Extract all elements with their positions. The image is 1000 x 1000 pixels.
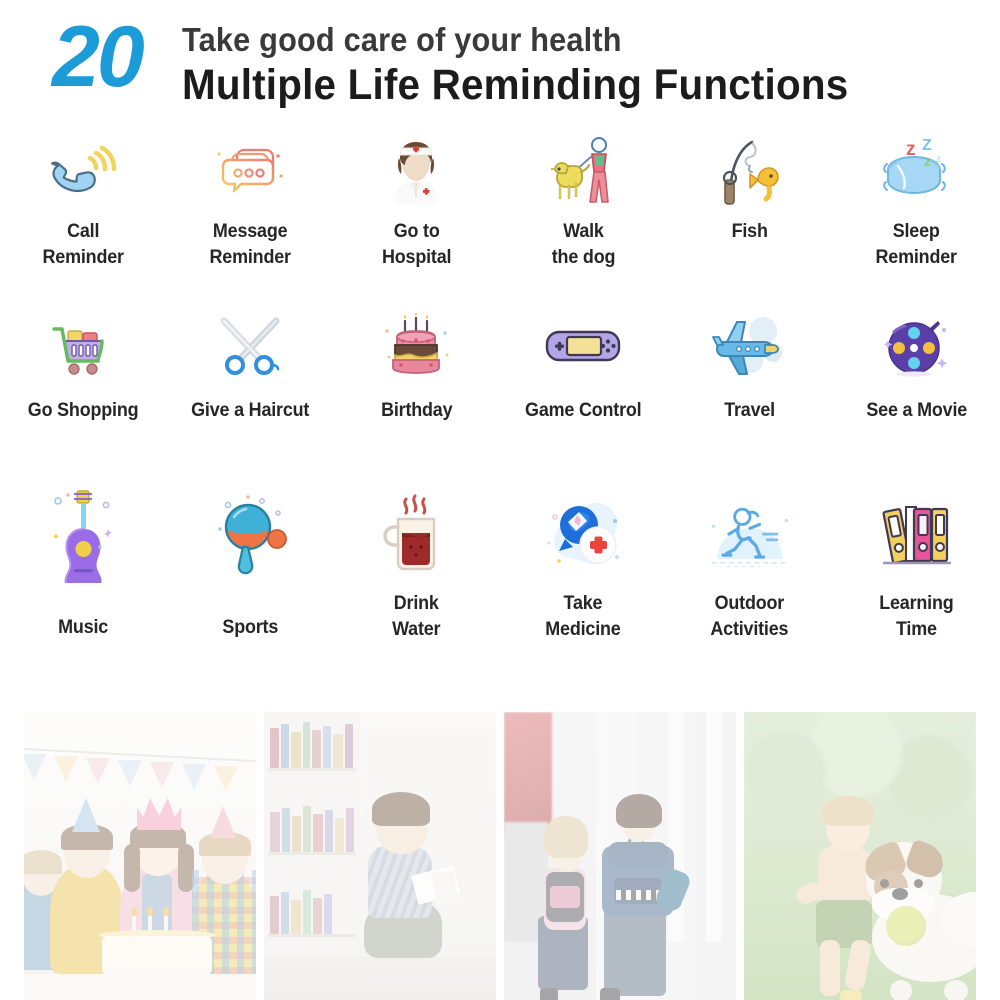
feature-label: Music bbox=[58, 616, 109, 638]
feature-label: Call Reminder bbox=[42, 220, 124, 268]
airplane-icon bbox=[704, 308, 796, 384]
feature-item-sleep-reminder[interactable]: z Z z z Sleep Reminder bbox=[833, 128, 1000, 308]
nurse-icon bbox=[370, 132, 462, 210]
feature-item-learning-time[interactable]: Learning Time bbox=[833, 486, 1000, 668]
feature-count-number: 20 bbox=[52, 9, 145, 105]
coffee-mug-icon bbox=[370, 486, 462, 584]
medicine-bubble-icon bbox=[537, 486, 629, 584]
feature-item-see-a-movie[interactable]: See a Movie bbox=[833, 308, 1000, 486]
photo-birthday-party bbox=[24, 712, 256, 1000]
feature-item-music[interactable]: Music bbox=[0, 486, 167, 668]
svg-text:z: z bbox=[906, 139, 916, 160]
photo-walking-to-school bbox=[504, 712, 736, 1000]
feature-row-1: Call Reminder Message Reminder Go to Hos… bbox=[0, 128, 1000, 308]
scissors-icon bbox=[204, 308, 296, 384]
feature-item-take-medicine[interactable]: Take Medicine bbox=[500, 486, 667, 668]
binders-books-icon bbox=[870, 486, 962, 584]
handheld-console-icon bbox=[537, 308, 629, 384]
feature-grid: Call Reminder Message Reminder Go to Hos… bbox=[0, 128, 1000, 668]
feature-label: Sports bbox=[222, 616, 278, 638]
feature-label: Message Reminder bbox=[209, 220, 291, 268]
photo-library-reading bbox=[264, 712, 496, 1000]
running-person-icon bbox=[704, 486, 796, 584]
feature-item-travel[interactable]: Travel bbox=[666, 308, 833, 486]
svg-text:Z: Z bbox=[922, 138, 932, 154]
feature-item-outdoor-activities[interactable]: Outdoor Activities bbox=[666, 486, 833, 668]
svg-text:z: z bbox=[936, 154, 941, 165]
feature-label: Go to Hospital bbox=[381, 220, 452, 268]
ping-pong-paddle-icon bbox=[204, 486, 296, 584]
feature-row-2: Go Shopping Give a Haircut Birthday Game… bbox=[0, 308, 1000, 486]
shopping-cart-icon bbox=[37, 308, 129, 384]
header-subtitle: Take good care of your health bbox=[182, 21, 622, 58]
feature-item-give-a-haircut[interactable]: Give a Haircut bbox=[167, 308, 334, 486]
feature-label: Outdoor Activities bbox=[710, 592, 789, 640]
feature-item-go-shopping[interactable]: Go Shopping bbox=[0, 308, 167, 486]
pillow-zzz-icon: z Z z z bbox=[870, 132, 962, 210]
birthday-cake-icon bbox=[370, 308, 462, 384]
feature-item-sports[interactable]: Sports bbox=[167, 486, 334, 668]
feature-item-go-to-hospital[interactable]: Go to Hospital bbox=[333, 128, 500, 308]
lifestyle-photo-strip bbox=[0, 712, 1000, 1000]
feature-label: Fish bbox=[731, 220, 768, 242]
feature-item-fish[interactable]: Fish bbox=[666, 128, 833, 308]
feature-label: Drink Water bbox=[392, 592, 441, 640]
feature-item-drink-water[interactable]: Drink Water bbox=[333, 486, 500, 668]
feature-label: Take Medicine bbox=[545, 592, 621, 640]
feature-item-game-control[interactable]: Game Control bbox=[500, 308, 667, 486]
feature-label: See a Movie bbox=[865, 399, 967, 421]
fishing-rod-icon bbox=[704, 132, 796, 210]
guitar-icon bbox=[37, 486, 129, 584]
svg-text:z: z bbox=[924, 153, 931, 169]
person-walking-dog-icon bbox=[537, 132, 629, 210]
feature-item-walk-the-dog[interactable]: Walk the dog bbox=[500, 128, 667, 308]
photo-boy-with-dog bbox=[744, 712, 976, 1000]
feature-label: Travel bbox=[724, 399, 776, 421]
feature-label: Sleep Reminder bbox=[875, 220, 957, 268]
feature-label: Give a Haircut bbox=[190, 399, 309, 421]
feature-label: Walk the dog bbox=[551, 220, 615, 268]
film-reel-icon bbox=[870, 308, 962, 384]
telephone-handset-icon bbox=[37, 132, 129, 210]
feature-item-birthday[interactable]: Birthday bbox=[333, 308, 500, 486]
header-text-block: Take good care of your health Multiple L… bbox=[182, 22, 982, 110]
feature-item-message-reminder[interactable]: Message Reminder bbox=[167, 128, 334, 308]
feature-label: Learning Time bbox=[879, 592, 954, 640]
header-title: Multiple Life Reminding Functions bbox=[182, 61, 849, 109]
feature-label: Go Shopping bbox=[27, 399, 139, 421]
header-banner: 20 Take good care of your health Multipl… bbox=[0, 0, 1000, 118]
speech-bubble-dots-icon bbox=[204, 132, 296, 210]
feature-row-3: Music Sports Drink Water Take Medicine O… bbox=[0, 486, 1000, 668]
feature-label: Game Control bbox=[524, 399, 642, 421]
feature-item-call-reminder[interactable]: Call Reminder bbox=[0, 128, 167, 308]
feature-label: Birthday bbox=[380, 399, 453, 421]
